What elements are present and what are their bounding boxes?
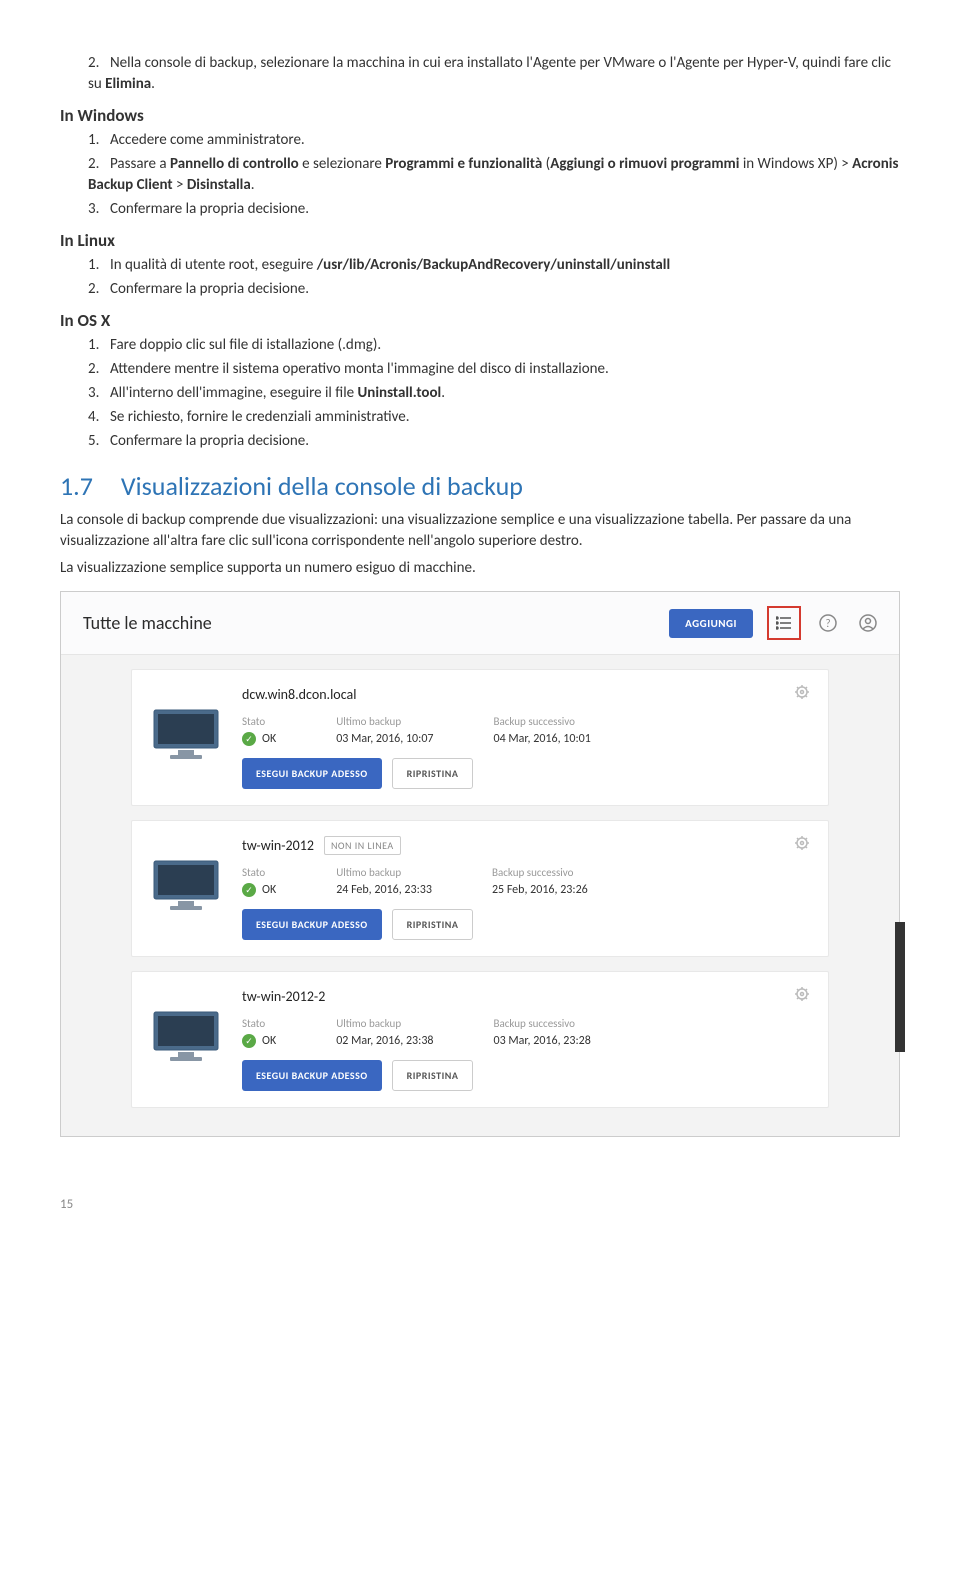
state-value: ✓OK: [242, 1034, 276, 1048]
monitor-icon: [150, 1008, 222, 1064]
state-label: Stato: [242, 1017, 276, 1030]
heading-osx: In OS X: [60, 310, 900, 331]
ok-icon: ✓: [242, 1034, 256, 1048]
text: Nella console di backup, selezionare la …: [88, 54, 891, 93]
machine-name: tw-win-2012: [242, 837, 314, 854]
svg-text:?: ?: [825, 617, 830, 630]
state-label: Stato: [242, 715, 276, 728]
list-item: 1.Accedere come amministratore.: [88, 130, 900, 151]
gear-icon[interactable]: [794, 684, 810, 705]
next-backup-value: 04 Mar, 2016, 10:01: [494, 732, 591, 746]
ok-icon: ✓: [242, 883, 256, 897]
last-backup-value: 03 Mar, 2016, 10:07: [336, 732, 433, 746]
monitor-icon: [150, 857, 222, 913]
add-button[interactable]: AGGIUNGI: [669, 609, 753, 638]
topbar: Tutte le macchine AGGIUNGI ?: [61, 592, 899, 655]
gear-icon[interactable]: [794, 835, 810, 856]
machine-name: tw-win-2012-2: [242, 988, 325, 1005]
machine-card: tw-win-2012-2 Stato ✓OK Ultimo backup 02 Mar…: [131, 971, 829, 1108]
section-heading: 1.7Visualizzazioni della console di back…: [60, 470, 900, 502]
last-backup-label: Ultimo backup: [336, 1017, 433, 1030]
offline-badge: NON IN LINEA: [324, 836, 401, 855]
next-backup-label: Backup successivo: [492, 866, 588, 879]
state-value: ✓OK: [242, 883, 276, 897]
page-title: Tutte le macchine: [83, 612, 669, 634]
restore-button[interactable]: RIPRISTINA: [392, 758, 474, 789]
paragraph: La visualizzazione semplice supporta un …: [60, 558, 900, 579]
list-item: 2.Passare a Pannello di controllo e sele…: [88, 154, 900, 196]
next-backup-value: 03 Mar, 2016, 23:28: [494, 1034, 591, 1048]
list-item: 3.All'interno dell'immagine, eseguire il…: [88, 383, 900, 404]
list-item: 3.Confermare la propria decisione.: [88, 199, 900, 220]
last-backup-value: 02 Mar, 2016, 23:38: [336, 1034, 433, 1048]
backup-now-button[interactable]: ESEGUI BACKUP ADESSO: [242, 1060, 382, 1091]
backup-now-button[interactable]: ESEGUI BACKUP ADESSO: [242, 909, 382, 940]
paragraph: La console di backup comprende due visua…: [60, 510, 900, 552]
last-backup-label: Ultimo backup: [336, 715, 433, 728]
ok-icon: ✓: [242, 732, 256, 746]
list-item: 2.Attendere mentre il sistema operativo …: [88, 359, 900, 380]
state-label: Stato: [242, 866, 276, 879]
page-number: 15: [60, 1197, 900, 1212]
backup-now-button[interactable]: ESEGUI BACKUP ADESSO: [242, 758, 382, 789]
list-view-icon[interactable]: [767, 606, 801, 640]
list-item: 4.Se richiesto, fornire le credenziali a…: [88, 407, 900, 428]
next-backup-value: 25 Feb, 2016, 23:26: [492, 883, 588, 897]
gear-icon[interactable]: [794, 986, 810, 1007]
state-value: ✓OK: [242, 732, 276, 746]
list-item: 1.Fare doppio clic sul file di istallazi…: [88, 335, 900, 356]
monitor-icon: [150, 706, 222, 762]
list-item: 5.Confermare la propria decisione.: [88, 431, 900, 452]
next-backup-label: Backup successivo: [494, 1017, 591, 1030]
help-icon[interactable]: ?: [815, 610, 841, 636]
list-item: 1.In qualità di utente root, eseguire /u…: [88, 255, 900, 276]
last-backup-value: 24 Feb, 2016, 23:33: [336, 883, 432, 897]
scrollbar[interactable]: [895, 922, 905, 1052]
next-backup-label: Backup successivo: [494, 715, 591, 728]
machine-name: dcw.win8.dcon.local: [242, 686, 356, 703]
user-icon[interactable]: [855, 610, 881, 636]
last-backup-label: Ultimo backup: [336, 866, 432, 879]
machine-card: dcw.win8.dcon.local Stato ✓OK Ultimo backup…: [131, 669, 829, 806]
console-screenshot: Tutte le macchine AGGIUNGI ? dcw.win8.dc…: [60, 591, 900, 1137]
heading-windows: In Windows: [60, 105, 900, 126]
text-bold: Elimina: [105, 75, 151, 93]
restore-button[interactable]: RIPRISTINA: [392, 909, 474, 940]
restore-button[interactable]: RIPRISTINA: [392, 1060, 474, 1091]
heading-linux: In Linux: [60, 230, 900, 251]
list-item: 2.Confermare la propria decisione.: [88, 279, 900, 300]
machine-card: tw-win-2012 NON IN LINEA Stato ✓OK Ultimo ba…: [131, 820, 829, 957]
list-item: 2.Nella console di backup, selezionare l…: [88, 53, 900, 95]
